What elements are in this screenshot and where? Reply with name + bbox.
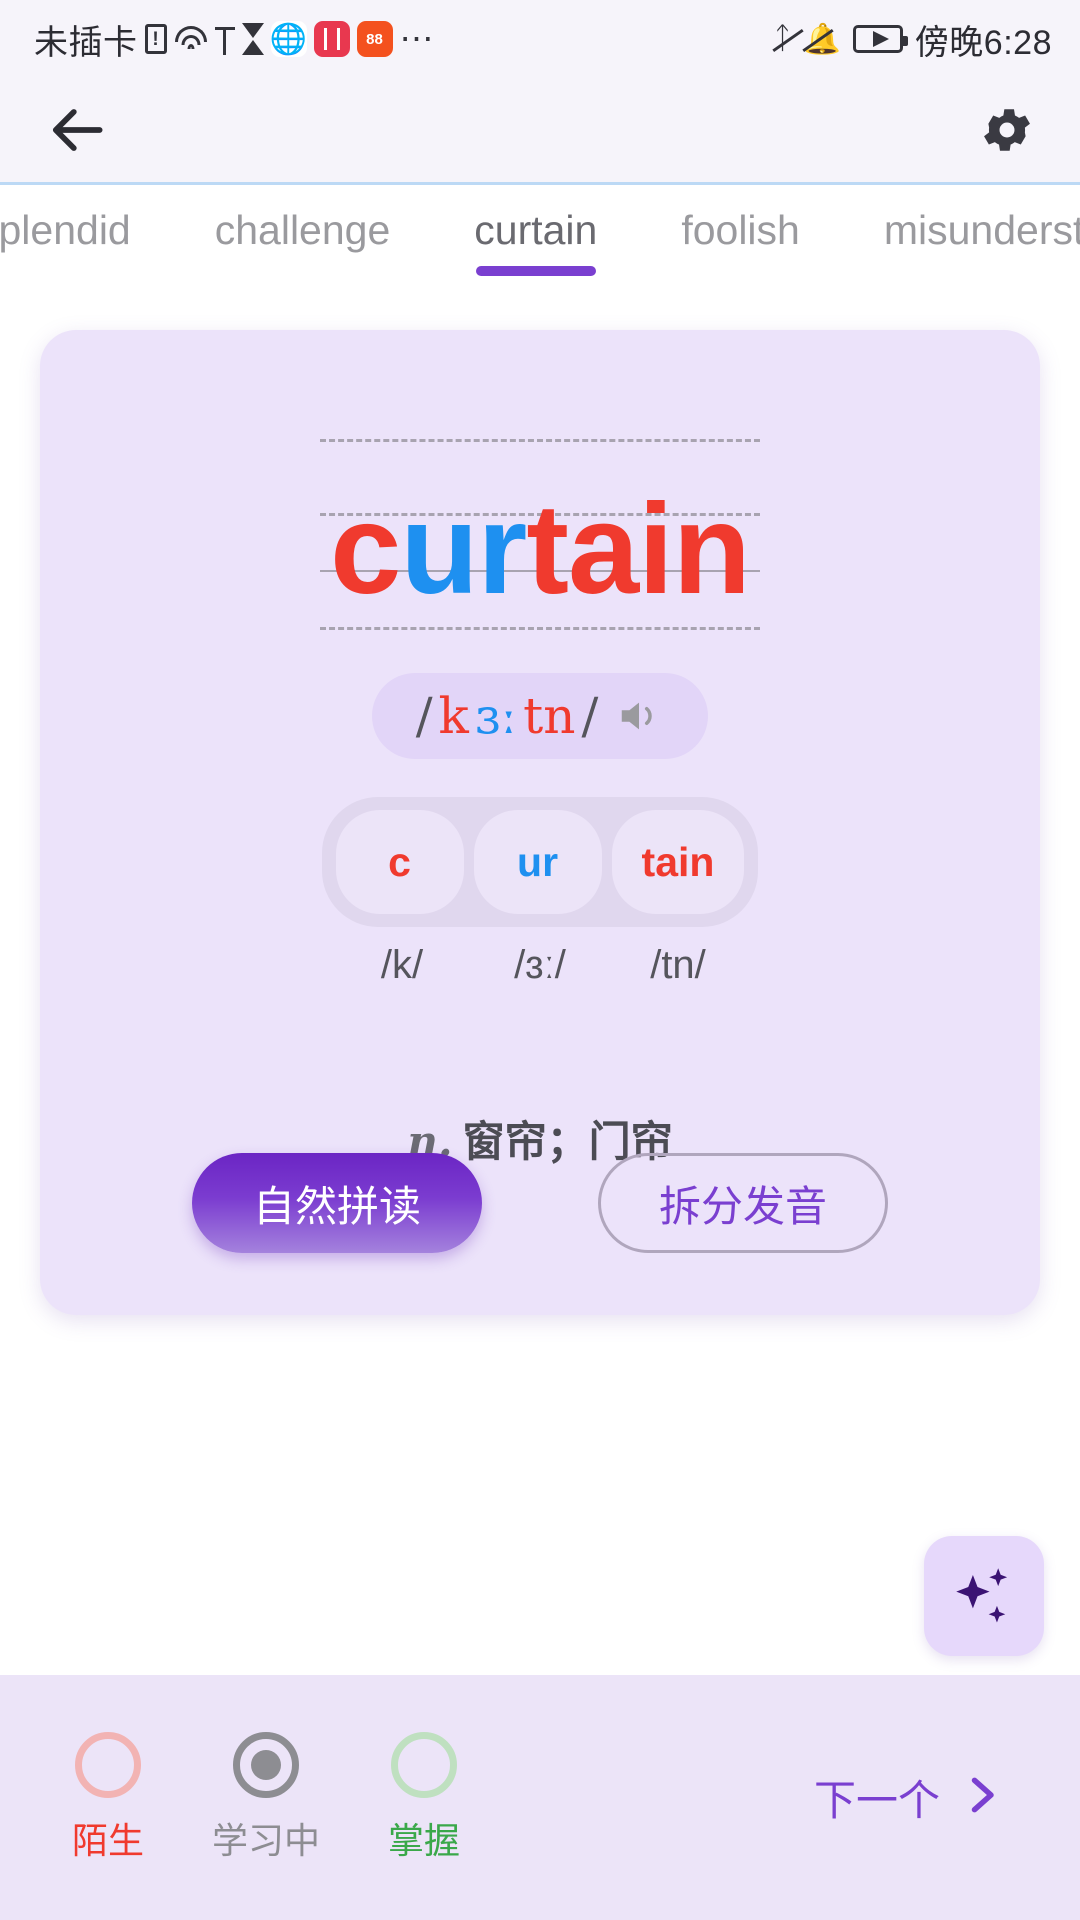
phonetic-pill[interactable]: / k ɜː tn / (371, 673, 709, 759)
next-label: 下一个 (813, 1777, 940, 1824)
bottom-bar: 陌生 学习中 掌握 下一个 (0, 1675, 1080, 1920)
guide-line-top (320, 439, 760, 442)
syllable-phoneme-2: /ɜː/ (514, 943, 566, 987)
word-card: curtain / k ɜː tn / c ur tain /k/ /ɜː/ /tn/ … (40, 330, 1040, 1315)
tab-splendid[interactable]: splendid (0, 207, 173, 254)
phonetic-part-2: ɜː (474, 687, 518, 745)
mark-unfamiliar[interactable]: 陌生 (72, 1731, 145, 1864)
carrier-label: 未插卡 (34, 23, 138, 62)
word-part-2: ur (400, 478, 527, 621)
tab-curtain[interactable]: curtain (432, 207, 639, 254)
phonetic-open-slash: / (415, 687, 433, 745)
tab-foolish[interactable]: foolish (639, 207, 842, 254)
wifi-icon (174, 25, 208, 53)
phonics-button[interactable]: 自然拼读 (192, 1153, 482, 1253)
overflow-dots-icon: ⋯ (399, 19, 436, 58)
status-bar-left: 未插卡 🌐 88 ⋯ (34, 15, 436, 64)
mark-mastered-label: 掌握 (388, 1819, 461, 1861)
guide-line-bottom (320, 627, 760, 630)
notification-muted-icon: 🔔 (803, 22, 841, 56)
sparkle-ai-icon[interactable] (924, 1536, 1044, 1656)
syllable-chip-1[interactable]: c (335, 810, 464, 914)
word-tabs[interactable]: splendid challenge curtain foolish misun… (0, 182, 1080, 308)
card-actions: 自然拼读 拆分发音 (40, 1153, 1040, 1253)
bluetooth-icon: ᛏ (773, 22, 792, 55)
back-arrow-icon[interactable] (48, 99, 110, 161)
phonetic-part-3: tn (523, 687, 576, 745)
split-pronounce-button[interactable]: 拆分发音 (598, 1153, 888, 1253)
syllable-track: c ur tain (321, 797, 759, 927)
browser-app-icon: 🌐 (269, 21, 308, 57)
word-part-3: tain (526, 478, 751, 621)
word-text: curtain (330, 486, 751, 614)
battery-charging-icon (852, 25, 908, 53)
orange-app-icon: 88 (356, 21, 393, 57)
hourglass-icon (241, 23, 264, 55)
clock-label: 傍晚6:28 (914, 23, 1052, 62)
mastered-ring-icon (391, 1731, 458, 1798)
tab-challenge[interactable]: challenge (173, 207, 433, 254)
syllable-phoneme-row: /k/ /ɜː/ /tn/ (324, 943, 756, 988)
syllable-chip-2[interactable]: ur (473, 810, 602, 914)
word-part-1: c (330, 478, 401, 621)
word-display: curtain (320, 425, 760, 655)
unfamiliar-ring-icon (75, 1731, 141, 1798)
nav-bar (0, 78, 1080, 182)
status-bar: 未插卡 🌐 88 ⋯ ᛏ 🔔 傍晚6:28 (0, 0, 1080, 78)
chevron-right-icon (958, 1770, 1002, 1825)
mark-mastered[interactable]: 掌握 (388, 1731, 461, 1864)
mark-unfamiliar-label: 陌生 (72, 1819, 145, 1861)
phonetic-part-1: k (438, 687, 469, 745)
tabs-scroller[interactable]: splendid challenge curtain foolish misun… (0, 185, 1080, 308)
gear-icon[interactable] (976, 99, 1038, 161)
syllable-phoneme-1: /k/ (380, 943, 424, 987)
phonetic-close-slash: / (581, 687, 599, 745)
speaker-icon[interactable] (614, 693, 664, 739)
usb-icon (214, 23, 235, 55)
tab-misunderstand[interactable]: misunderstand (842, 207, 1080, 254)
status-bar-right: ᛏ 🔔 傍晚6:28 (773, 15, 1052, 64)
sim-no-card-icon (144, 24, 167, 54)
redbook-app-icon (313, 21, 350, 57)
syllable-chip-3[interactable]: tain (611, 810, 745, 914)
mastery-marks: 陌生 学习中 掌握 (46, 1731, 461, 1864)
syllable-phoneme-3: /tn/ (650, 943, 706, 987)
next-button[interactable]: 下一个 (814, 1767, 1036, 1828)
mark-learning[interactable]: 学习中 (212, 1731, 321, 1864)
learning-ring-selected-icon (233, 1731, 300, 1798)
mark-learning-label: 学习中 (212, 1819, 321, 1861)
